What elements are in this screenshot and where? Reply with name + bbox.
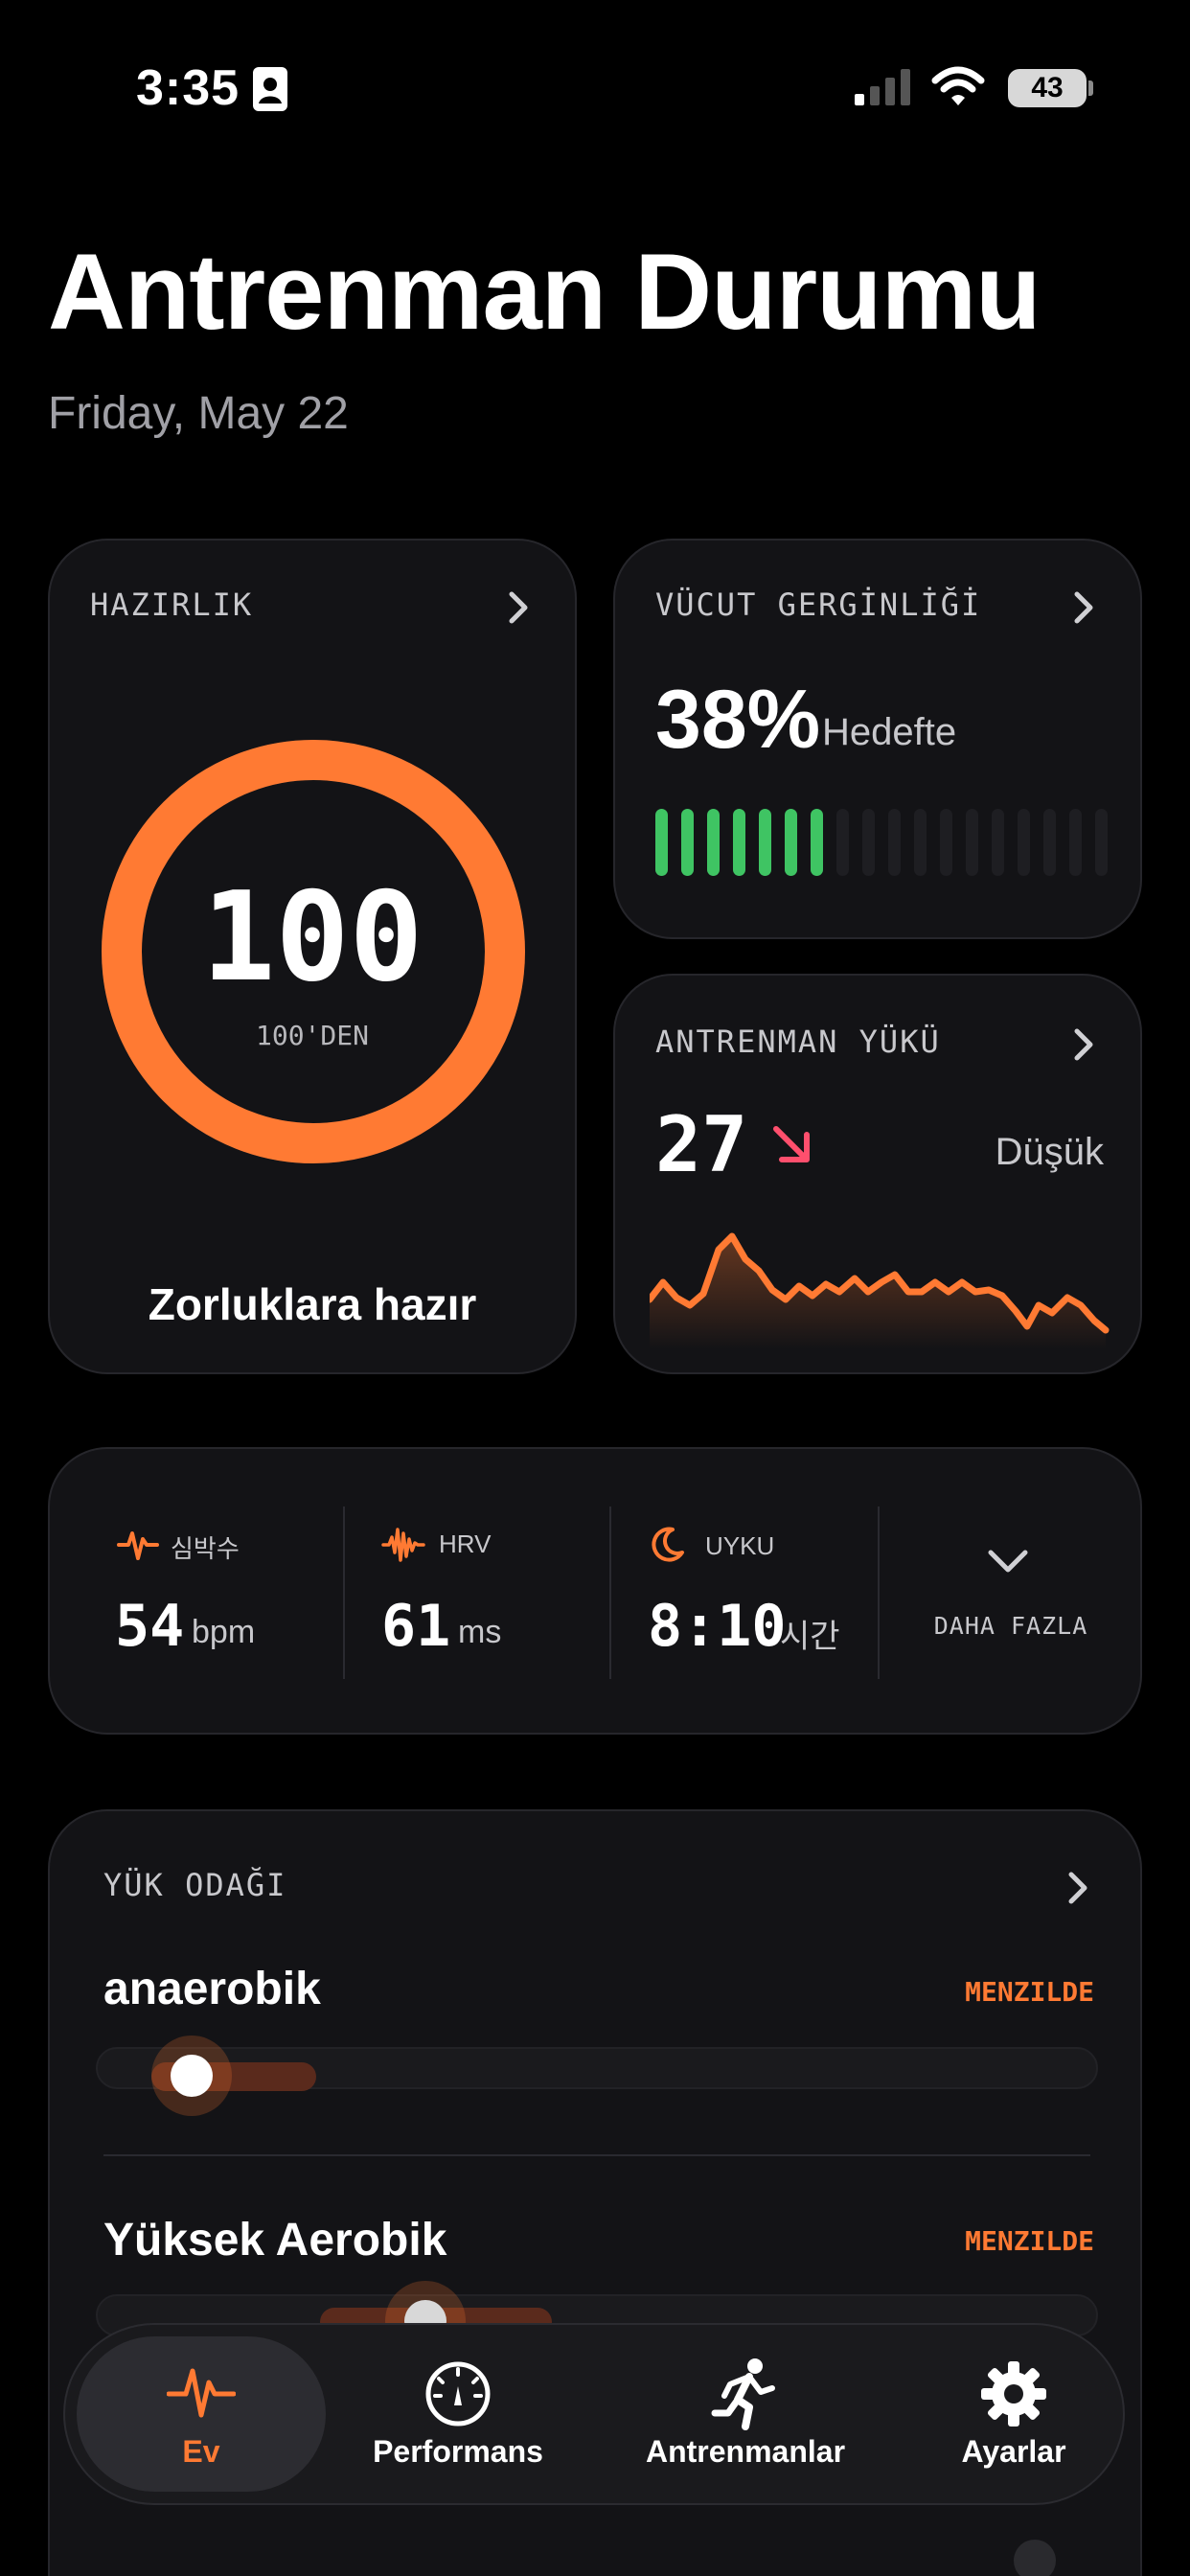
contact-card-icon (253, 67, 287, 111)
training-load-card[interactable]: ANTRENMAN YÜKÜ 27 Düşük (613, 974, 1142, 1374)
hrv-unit: ms (458, 1614, 502, 1650)
chevron-down-icon (988, 1550, 1028, 1573)
load-focus-item-status: MENZILDE (965, 2225, 1094, 2257)
battery-indicator: 43 (1008, 69, 1087, 107)
hrv-value: 61 (381, 1593, 451, 1660)
divider (343, 1506, 345, 1679)
gauge-icon (425, 2361, 491, 2426)
heart-rate-unit: bpm (192, 1614, 256, 1650)
tab-home-label: Ev (182, 2434, 220, 2469)
strain-segment-filled (655, 809, 668, 876)
body-strain-card[interactable]: VÜCUT GERGİNLİĞİ 38% Hedefte (613, 539, 1142, 939)
readiness-caption: 100'DEN (255, 1020, 369, 1051)
moon-icon (652, 1527, 684, 1562)
strain-segment-empty (940, 809, 952, 876)
vitals-card: 심박수 54 bpm HRV 61 ms UYKU 8:10 시간 DAHA F… (48, 1447, 1142, 1735)
show-more-button[interactable]: DAHA FAZLA (880, 1506, 1142, 1679)
strain-segment-empty (862, 809, 875, 876)
strain-segment-filled (707, 809, 720, 876)
chevron-right-icon (1068, 1872, 1087, 1904)
strain-segment-empty (836, 809, 849, 876)
tab-performance-label: Performans (373, 2434, 543, 2469)
body-strain-value: 38% (655, 674, 821, 766)
heart-rate-label: 심박수 (171, 1534, 240, 1563)
training-load-sparkline (650, 1232, 1110, 1349)
strain-segment-filled (811, 809, 823, 876)
show-more-label: DAHA FAZLA (933, 1612, 1088, 1640)
tab-workouts[interactable]: Antrenmanlar (602, 2336, 889, 2492)
strain-segment-filled (785, 809, 797, 876)
strain-segment-empty (1043, 809, 1056, 876)
strain-segment-empty (966, 809, 978, 876)
cellular-signal-icon (855, 69, 910, 105)
status-time: 3:35 (136, 60, 240, 116)
chevron-right-icon (1074, 1028, 1093, 1061)
tab-settings[interactable]: Ayarlar (908, 2336, 1119, 2492)
load-focus-item-name: Yüksek Aerobik (103, 2215, 447, 2266)
training-load-label: ANTRENMAN YÜKÜ (655, 1024, 941, 1060)
heart-rate-pulse-icon (117, 1531, 159, 1560)
chevron-right-icon (509, 591, 528, 624)
strain-segment-empty (1018, 809, 1030, 876)
readiness-card[interactable]: HAZIRLIK 100 100'DEN Zorluklara hazır (48, 539, 577, 1374)
tab-workouts-label: Antrenmanlar (645, 2434, 846, 2469)
sleep-value: 8:10 (648, 1593, 787, 1660)
page-title: Antrenman Durumu (48, 232, 1041, 352)
page-date: Friday, May 22 (48, 388, 349, 439)
body-strain-status: Hedefte (822, 711, 957, 753)
strain-segment-filled (681, 809, 694, 876)
slider-thumb[interactable] (1014, 2540, 1056, 2576)
divider (103, 2154, 1090, 2156)
tab-bar: Ev Performans Antrenmanlar Ayarlar (63, 2323, 1125, 2505)
strain-segment-empty (1095, 809, 1108, 876)
slider-thumb[interactable] (171, 2055, 213, 2097)
tab-settings-label: Ayarlar (961, 2434, 1066, 2469)
chevron-right-icon (1074, 591, 1093, 624)
readiness-value: 100 (201, 866, 423, 1009)
body-strain-bar (655, 809, 1108, 876)
sleep-label: UYKU (705, 1531, 775, 1560)
battery-cap (1088, 80, 1093, 96)
strain-segment-empty (992, 809, 1004, 876)
trend-down-arrow-icon (773, 1126, 810, 1162)
strain-segment-filled (733, 809, 745, 876)
strain-segment-empty (1069, 809, 1082, 876)
wifi-icon (931, 66, 985, 105)
training-load-status: Düşük (995, 1131, 1104, 1173)
tab-performance[interactable]: Performans (343, 2336, 573, 2492)
readiness-label: HAZIRLIK (90, 586, 254, 623)
heartbeat-icon (167, 2368, 236, 2418)
tab-home[interactable]: Ev (77, 2336, 326, 2492)
heart-rate-value: 54 (115, 1593, 185, 1660)
load-focus-label: YÜK ODAĞI (103, 1867, 287, 1903)
readiness-footer: Zorluklara hazır (148, 1279, 477, 1329)
body-strain-label: VÜCUT GERGİNLİĞİ (655, 586, 982, 623)
hrv-waveform-icon (381, 1528, 425, 1562)
sleep-unit: 시간 (780, 1619, 840, 1655)
load-focus-item-name: anaerobik (103, 1964, 321, 2014)
strain-segment-empty (914, 809, 927, 876)
strain-segment-empty (888, 809, 901, 876)
divider (609, 1506, 611, 1679)
gear-icon (981, 2361, 1046, 2426)
runner-icon (711, 2358, 775, 2430)
strain-segment-filled (759, 809, 771, 876)
hrv-label: HRV (439, 1530, 492, 1558)
load-focus-item-status: MENZILDE (965, 1976, 1094, 2008)
training-load-value: 27 (655, 1100, 748, 1189)
